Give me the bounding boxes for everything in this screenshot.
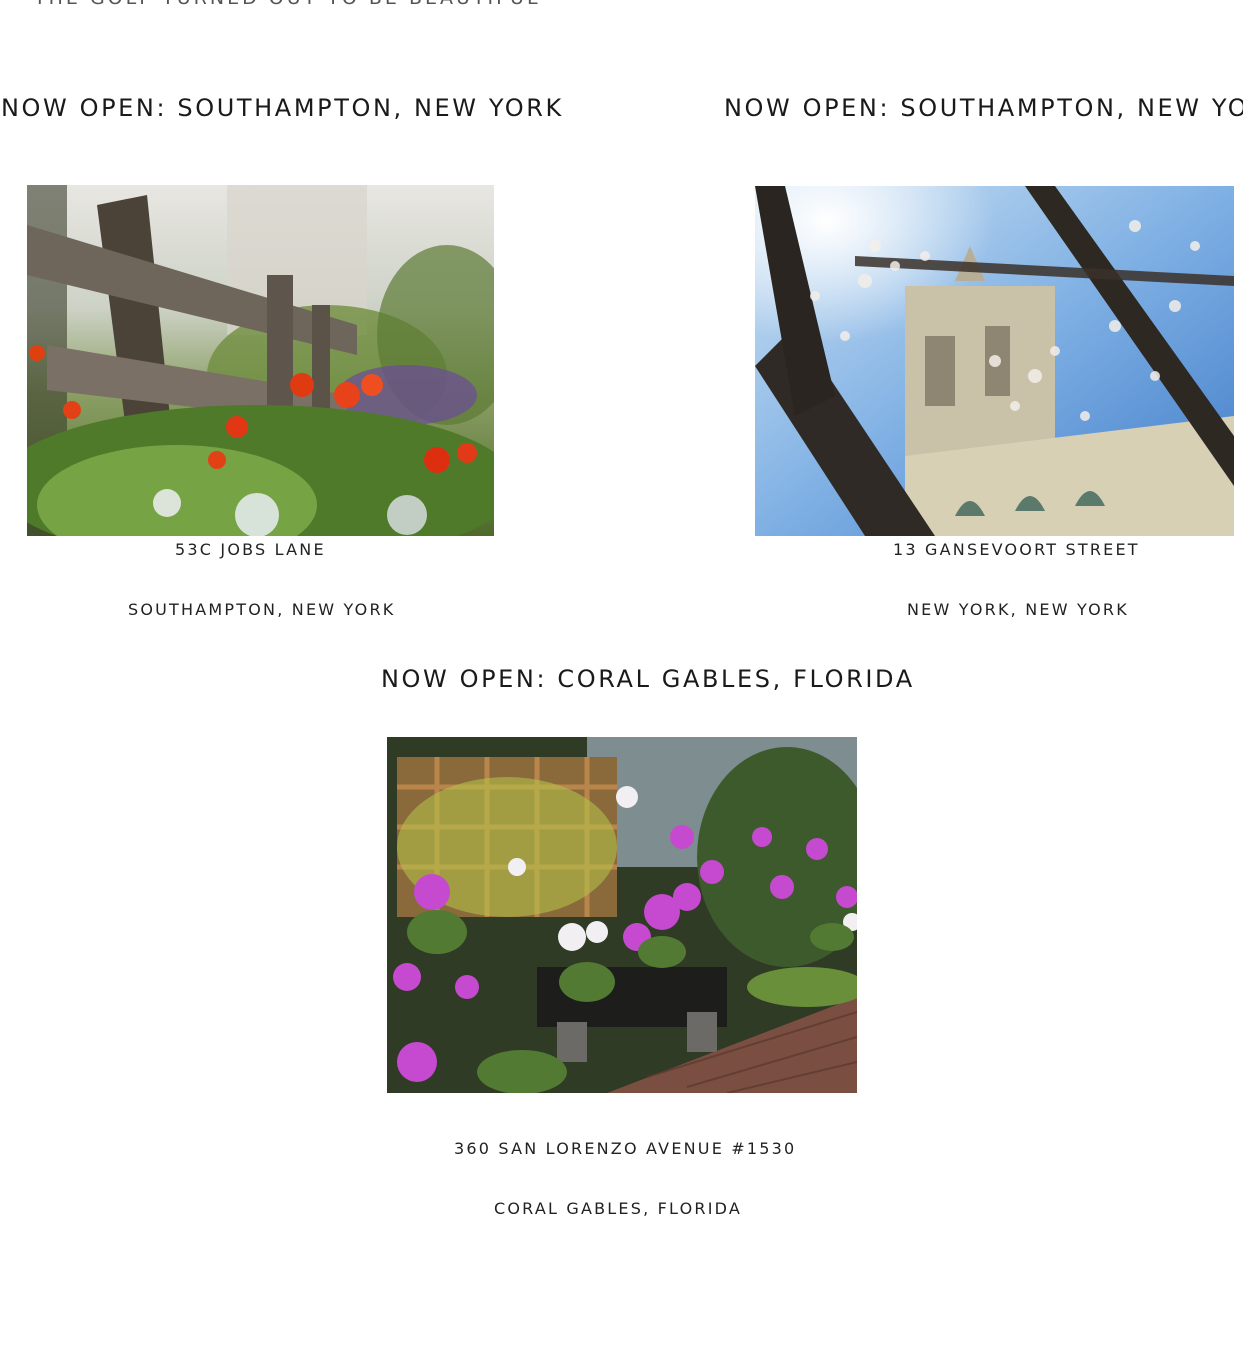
address-line1: 360 SAN LORENZO AVENUE #1530 <box>454 1139 797 1158</box>
address-line1: 13 GANSEVOORT STREET <box>893 540 1140 559</box>
address-line2: NEW YORK, NEW YORK <box>907 600 1129 619</box>
top-tagline-partial: THE GOLF TURNED OUT TO BE BEAUTIFUL <box>34 0 541 9</box>
address-line1: 53C JOBS LANE <box>175 540 326 559</box>
orchid-garden-photo <box>387 737 857 1093</box>
poppies-by-fence-photo <box>27 185 494 536</box>
cherry-blossom-church-photo <box>755 186 1234 536</box>
location-heading-southampton: NOW OPEN: SOUTHAMPTON, NEW YORK <box>1 94 564 122</box>
address-line2: SOUTHAMPTON, NEW YORK <box>128 600 396 619</box>
location-heading-new-york: NOW OPEN: SOUTHAMPTON, NEW YORK <box>724 94 1243 122</box>
address-line2: CORAL GABLES, FLORIDA <box>494 1199 743 1218</box>
location-heading-coral-gables: NOW OPEN: CORAL GABLES, FLORIDA <box>381 665 915 693</box>
